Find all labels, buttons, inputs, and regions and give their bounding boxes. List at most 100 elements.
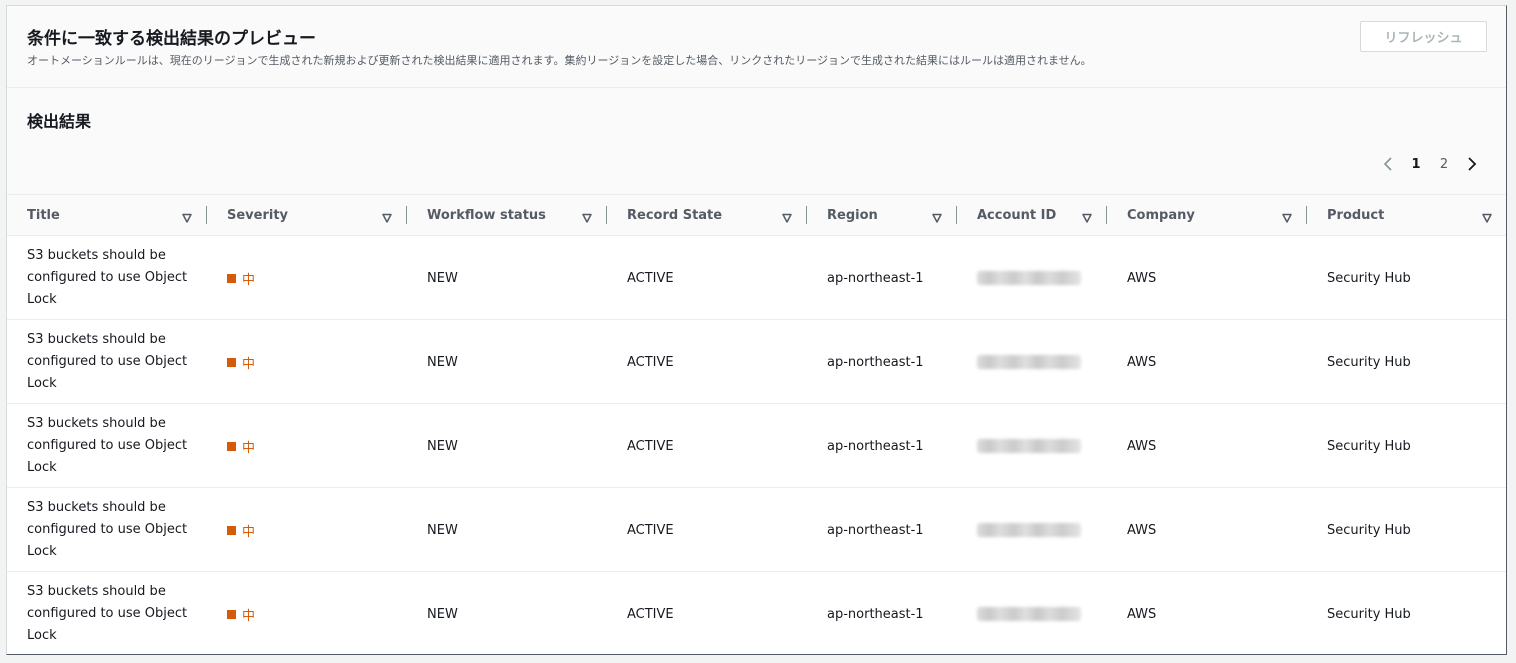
cell-severity: 中 xyxy=(227,404,255,488)
severity-label: 中 xyxy=(242,356,256,372)
cell-title: S3 buckets should be configured to use O… xyxy=(27,320,197,404)
column-resize-handle[interactable] xyxy=(606,206,607,224)
table-row[interactable]: S3 buckets should be configured to use O… xyxy=(7,320,1506,404)
column-resize-handle[interactable] xyxy=(1306,206,1307,224)
cell-product: Security Hub xyxy=(1327,236,1411,320)
record-state-value: ACTIVE xyxy=(627,438,674,454)
cell-account-id xyxy=(977,320,1081,404)
region-value: ap-northeast-1 xyxy=(827,522,924,538)
column-header-label: Company xyxy=(1127,207,1195,223)
caret-down-icon[interactable] xyxy=(1081,209,1093,223)
page-title: 条件に一致する検出結果のプレビュー xyxy=(27,29,316,49)
account-id-redacted xyxy=(977,523,1081,537)
caret-down-icon[interactable] xyxy=(581,209,593,223)
cell-region: ap-northeast-1 xyxy=(827,404,924,488)
product-value: Security Hub xyxy=(1327,270,1411,286)
cell-workflow-status: NEW xyxy=(427,488,458,572)
page-button-1[interactable]: 1 xyxy=(1402,153,1430,175)
severity-label: 中 xyxy=(242,524,256,540)
table-header: Title Severity Workflow status Record State… xyxy=(7,195,1506,236)
severity-indicator-icon xyxy=(227,609,236,619)
record-state-value: ACTIVE xyxy=(627,354,674,370)
column-header-label: Product xyxy=(1327,207,1385,223)
finding-title: S3 buckets should be configured to use O… xyxy=(27,584,188,643)
cell-record-state: ACTIVE xyxy=(627,572,674,654)
column-header-title[interactable]: Title xyxy=(27,195,60,235)
cell-workflow-status: NEW xyxy=(427,320,458,404)
column-header-label: Record State xyxy=(627,207,723,223)
region-value: ap-northeast-1 xyxy=(827,270,924,286)
workflow-status-value: NEW xyxy=(427,438,458,454)
caret-down-icon[interactable] xyxy=(781,209,793,223)
cell-severity: 中 xyxy=(227,488,255,572)
chevron-right-icon[interactable] xyxy=(1458,153,1486,175)
cell-product: Security Hub xyxy=(1327,404,1411,488)
cell-title: S3 buckets should be configured to use O… xyxy=(27,572,197,654)
cell-region: ap-northeast-1 xyxy=(827,572,924,654)
column-header-region[interactable]: Region xyxy=(827,195,878,235)
cell-workflow-status: NEW xyxy=(427,236,458,320)
findings-preview-panel: 条件に一致する検出結果のプレビュー オートメーションルールは、現在のリージョンで… xyxy=(6,5,1507,655)
column-header-record-state[interactable]: Record State xyxy=(627,195,722,235)
column-resize-handle[interactable] xyxy=(206,206,207,224)
cell-workflow-status: NEW xyxy=(427,572,458,654)
cell-severity: 中 xyxy=(227,236,255,320)
record-state-value: ACTIVE xyxy=(627,522,674,538)
workflow-status-value: NEW xyxy=(427,354,458,370)
caret-down-icon[interactable] xyxy=(1481,209,1493,223)
account-id-redacted xyxy=(977,439,1081,453)
cell-record-state: ACTIVE xyxy=(627,404,674,488)
cell-account-id xyxy=(977,488,1081,572)
cell-region: ap-northeast-1 xyxy=(827,236,924,320)
caret-down-icon[interactable] xyxy=(931,209,943,223)
severity-label: 中 xyxy=(242,440,256,456)
table-body: S3 buckets should be configured to use O… xyxy=(7,236,1506,654)
cell-region: ap-northeast-1 xyxy=(827,320,924,404)
company-value: AWS xyxy=(1127,606,1157,622)
cell-company: AWS xyxy=(1127,236,1156,320)
cell-account-id xyxy=(977,404,1081,488)
page-button-2[interactable]: 2 xyxy=(1430,153,1458,175)
column-header-label: Workflow status xyxy=(427,207,546,223)
caret-down-icon[interactable] xyxy=(381,209,393,223)
caret-down-icon[interactable] xyxy=(181,209,193,223)
severity-label: 中 xyxy=(242,272,256,288)
region-value: ap-northeast-1 xyxy=(827,354,924,370)
cell-company: AWS xyxy=(1127,404,1156,488)
cell-title: S3 buckets should be configured to use O… xyxy=(27,404,197,488)
column-header-label: Severity xyxy=(227,207,289,223)
column-header-company[interactable]: Company xyxy=(1127,195,1195,235)
severity-indicator-icon xyxy=(227,441,236,451)
cell-title: S3 buckets should be configured to use O… xyxy=(27,488,197,572)
column-header-workflow-status[interactable]: Workflow status xyxy=(427,195,546,235)
table-row[interactable]: S3 buckets should be configured to use O… xyxy=(7,488,1506,572)
refresh-button[interactable]: リフレッシュ xyxy=(1360,21,1487,52)
column-resize-handle[interactable] xyxy=(406,206,407,224)
table-row[interactable]: S3 buckets should be configured to use O… xyxy=(7,236,1506,320)
cell-company: AWS xyxy=(1127,488,1156,572)
column-header-account-id[interactable]: Account ID xyxy=(977,195,1056,235)
cell-region: ap-northeast-1 xyxy=(827,488,924,572)
product-value: Security Hub xyxy=(1327,438,1411,454)
cell-company: AWS xyxy=(1127,572,1157,654)
column-header-label: Title xyxy=(27,207,60,223)
region-value: ap-northeast-1 xyxy=(827,606,924,622)
column-resize-handle[interactable] xyxy=(956,206,957,224)
chevron-left-icon[interactable] xyxy=(1374,153,1402,175)
finding-title: S3 buckets should be configured to use O… xyxy=(27,332,188,391)
caret-down-icon[interactable] xyxy=(1281,209,1293,223)
table-row[interactable]: S3 buckets should be configured to use O… xyxy=(7,404,1506,488)
panel-header: 条件に一致する検出結果のプレビュー オートメーションルールは、現在のリージョンで… xyxy=(7,6,1506,88)
finding-title: S3 buckets should be configured to use O… xyxy=(27,500,188,559)
findings-table: Title Severity Workflow status Record State… xyxy=(7,195,1506,654)
column-resize-handle[interactable] xyxy=(1106,206,1107,224)
table-row[interactable]: S3 buckets should be configured to use O… xyxy=(7,572,1506,654)
results-title: 検出結果 xyxy=(27,112,92,131)
column-resize-handle[interactable] xyxy=(806,206,807,224)
cell-record-state: ACTIVE xyxy=(627,320,674,404)
column-header-severity[interactable]: Severity xyxy=(227,195,288,235)
workflow-status-value: NEW xyxy=(427,270,458,286)
column-header-product[interactable]: Product xyxy=(1327,195,1384,235)
cell-severity: 中 xyxy=(227,320,255,404)
company-value: AWS xyxy=(1127,270,1157,286)
